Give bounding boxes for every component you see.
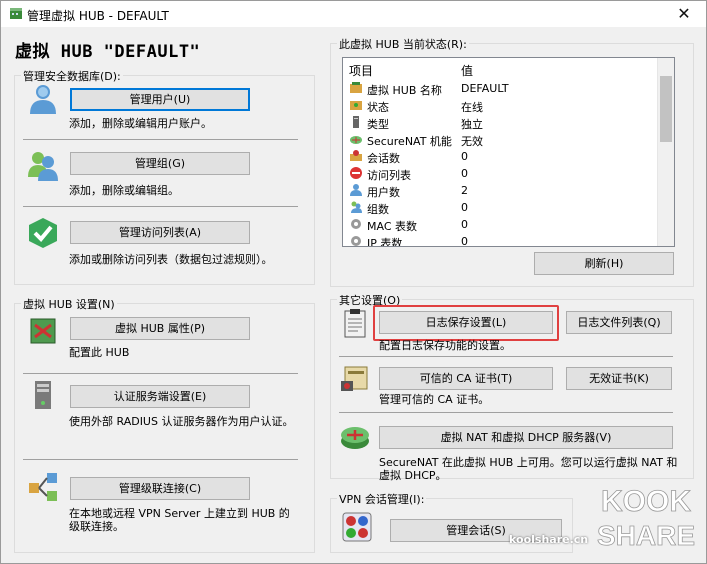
app-icon bbox=[10, 8, 22, 19]
status-row-value: 无效 bbox=[461, 135, 483, 148]
status-row-key: MAC 表数 bbox=[367, 220, 417, 233]
status-row[interactable]: 会话数 0 bbox=[347, 148, 657, 165]
status-row[interactable]: IP 表数 0 bbox=[347, 233, 657, 247]
cascade-description: 在本地或远程 VPN Server 上建立到 HUB 的级联连接。 bbox=[69, 507, 290, 533]
status-row[interactable]: 组数 0 bbox=[347, 199, 657, 216]
trusted-ca-button[interactable]: 可信的 CA 证书(T) bbox=[379, 367, 553, 390]
page-title: 虚拟 HUB "DEFAULT" bbox=[15, 42, 201, 62]
auth-server-button[interactable]: 认证服务端设置(E) bbox=[70, 385, 250, 408]
manage-hub-window: 管理虚拟 HUB - DEFAULT ✕ 虚拟 HUB "DEFAULT" 管理… bbox=[0, 0, 707, 564]
status-row[interactable]: 状态 在线 bbox=[347, 97, 657, 114]
router-icon bbox=[341, 427, 369, 449]
router-icon bbox=[350, 136, 362, 144]
separator bbox=[23, 459, 298, 460]
status-row[interactable]: 用户数 2 bbox=[347, 182, 657, 199]
crl-button[interactable]: 无效证书(K) bbox=[566, 367, 672, 390]
server-icon bbox=[353, 116, 359, 128]
column-header-item[interactable]: 项目 bbox=[349, 62, 373, 79]
scrollbar-thumb[interactable] bbox=[660, 76, 672, 142]
separator bbox=[23, 373, 298, 374]
status-row-value: 0 bbox=[461, 201, 468, 214]
status-icon bbox=[350, 101, 362, 110]
cascade-button[interactable]: 管理级联连接(C) bbox=[70, 477, 250, 500]
status-row-key: SecureNAT 机能 bbox=[367, 135, 452, 148]
hub-status-label: 此虚拟 HUB 当前状态(R): bbox=[337, 36, 469, 52]
clipboard-icon bbox=[344, 309, 366, 338]
server-icon bbox=[35, 381, 51, 409]
status-row[interactable]: SecureNAT 机能 无效 bbox=[347, 131, 657, 148]
status-row[interactable]: 类型 独立 bbox=[347, 114, 657, 131]
status-row-key: 用户数 bbox=[367, 186, 400, 199]
manage-users-button[interactable]: 管理用户(U) bbox=[70, 88, 250, 111]
user-icon bbox=[30, 85, 56, 114]
status-row-key: 组数 bbox=[367, 203, 389, 216]
status-row-value: 0 bbox=[461, 167, 468, 180]
title-bar: 管理虚拟 HUB - DEFAULT ✕ bbox=[1, 1, 706, 27]
status-row-value: 0 bbox=[461, 150, 468, 163]
status-row-value: 0 bbox=[461, 218, 468, 231]
separator bbox=[23, 139, 298, 140]
session-icon bbox=[350, 150, 362, 161]
status-row-value: 在线 bbox=[461, 101, 483, 114]
log-files-button[interactable]: 日志文件列表(Q) bbox=[566, 311, 672, 334]
status-row-key: 类型 bbox=[367, 118, 389, 131]
status-row-value: DEFAULT bbox=[461, 82, 509, 95]
watermark-text: koolshare.cn bbox=[509, 533, 589, 546]
log-description: 配置日志保存功能的设置。 bbox=[379, 339, 511, 352]
hub-properties-button[interactable]: 虚拟 HUB 属性(P) bbox=[70, 317, 250, 340]
hub-properties-icon bbox=[30, 318, 56, 344]
status-row-key: IP 表数 bbox=[367, 237, 403, 247]
close-button[interactable]: ✕ bbox=[662, 1, 706, 27]
status-row-value: 2 bbox=[461, 184, 468, 197]
window-title: 管理虚拟 HUB - DEFAULT bbox=[27, 9, 169, 23]
certificate-icon bbox=[341, 366, 368, 391]
svg-text:SHARE: SHARE bbox=[597, 520, 695, 551]
hub-icon bbox=[350, 82, 362, 93]
group-icon bbox=[28, 152, 58, 181]
separator bbox=[339, 356, 673, 357]
log-settings-button[interactable]: 日志保存设置(L) bbox=[379, 311, 553, 334]
checkmark-shield-icon bbox=[29, 218, 57, 248]
status-row[interactable]: 访问列表 0 bbox=[347, 165, 657, 182]
status-row-key: 会话数 bbox=[367, 152, 400, 165]
status-row[interactable]: MAC 表数 0 bbox=[347, 216, 657, 233]
status-row-key: 状态 bbox=[367, 101, 389, 114]
svg-text:KOOK: KOOK bbox=[601, 485, 691, 518]
block-icon bbox=[350, 167, 362, 179]
sessions-icon bbox=[342, 512, 372, 542]
gear-icon bbox=[351, 219, 361, 229]
security-db-label: 管理安全数据库(D): bbox=[21, 68, 123, 84]
status-row-value: 独立 bbox=[461, 118, 483, 131]
gear-icon bbox=[351, 236, 361, 246]
separator bbox=[23, 206, 298, 207]
acl-description: 添加或删除访问列表（数据包过滤规则）。 bbox=[69, 253, 273, 266]
user-icon bbox=[350, 184, 362, 196]
auth-server-description: 使用外部 RADIUS 认证服务器作为用户认证。 bbox=[69, 415, 294, 428]
virtual-nat-button[interactable]: 虚拟 NAT 和虚拟 DHCP 服务器(V) bbox=[379, 426, 673, 449]
manage-acl-button[interactable]: 管理访问列表(A) bbox=[70, 221, 250, 244]
groups-description: 添加，删除或编辑组。 bbox=[69, 184, 179, 197]
sessions-label: VPN 会话管理(I): bbox=[337, 491, 427, 507]
refresh-button[interactable]: 刷新(H) bbox=[534, 252, 674, 275]
status-row[interactable]: 虚拟 HUB 名称 DEFAULT bbox=[347, 80, 657, 97]
ca-description: 管理可信的 CA 证书。 bbox=[379, 393, 490, 406]
users-description: 添加，删除或编辑用户账户。 bbox=[69, 117, 212, 130]
separator bbox=[339, 412, 673, 413]
hub-properties-description: 配置此 HUB bbox=[69, 346, 130, 359]
status-row-key: 访问列表 bbox=[367, 169, 411, 182]
status-list[interactable]: 项目 值 虚拟 HUB 名称 DEFAULT 状态 在线 类型 独立 SecureNAT 机… bbox=[342, 57, 675, 247]
cascade-icon bbox=[29, 473, 57, 501]
vertical-scrollbar[interactable] bbox=[657, 58, 674, 246]
column-header-value[interactable]: 值 bbox=[461, 62, 473, 79]
koolshare-watermark-logo: KOOK SHARE bbox=[597, 485, 696, 552]
status-row-key: 虚拟 HUB 名称 bbox=[367, 84, 442, 97]
status-row-value: 0 bbox=[461, 235, 468, 247]
hub-settings-label: 虚拟 HUB 设置(N) bbox=[21, 296, 117, 312]
group-icon bbox=[351, 201, 362, 213]
manage-groups-button[interactable]: 管理组(G) bbox=[70, 152, 250, 175]
